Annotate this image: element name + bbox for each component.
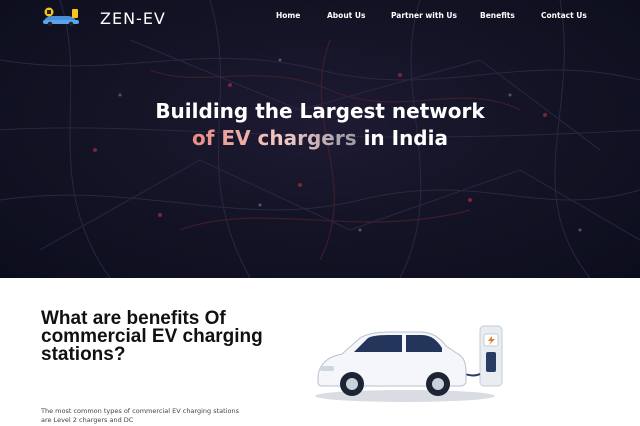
benefits-section: What are benefits Of commercial EV charg…: [0, 278, 640, 426]
hero-section: ZEN-EV Home About Us Partner with Us Ben…: [0, 0, 640, 278]
benefits-paragraph: The most common types of commercial EV c…: [41, 407, 239, 424]
nav-item-contact-us[interactable]: Contact Us: [541, 11, 587, 20]
nav-item-home[interactable]: Home: [276, 11, 300, 20]
ev-car-charging-illustration-icon: [315, 325, 503, 402]
nav-item-about-us[interactable]: About Us: [327, 11, 365, 20]
benefits-heading: What are benefits Of commercial EV charg…: [41, 308, 263, 365]
hero-title-line-2-rest: in India: [356, 126, 448, 150]
nav-item-partner-with-us[interactable]: Partner with Us: [391, 11, 457, 20]
hero-title-accent: of EV chargers: [192, 126, 357, 150]
hero-title: Building the Largest network of EV charg…: [0, 98, 640, 152]
main-nav: Home About Us Partner with Us Benefits C…: [0, 11, 640, 23]
nav-item-benefits[interactable]: Benefits: [480, 11, 515, 20]
hero-title-line-2: of EV chargers in India: [0, 125, 640, 152]
hero-title-line-1: Building the Largest network: [155, 99, 485, 123]
